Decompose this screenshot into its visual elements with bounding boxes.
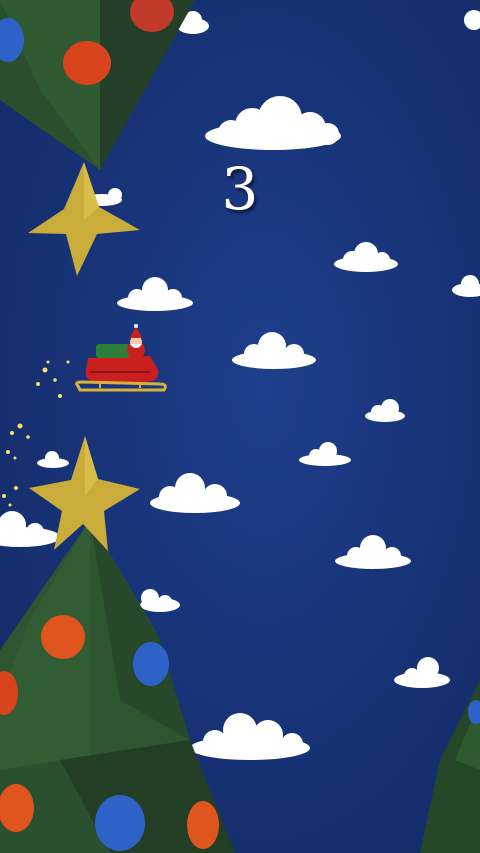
cloud (299, 442, 351, 466)
cloud (205, 96, 341, 150)
cloud (150, 473, 240, 513)
santa-sleigh (75, 324, 167, 392)
cloud (464, 10, 480, 30)
cloud (335, 535, 411, 569)
cloud (0, 511, 60, 547)
cloud (117, 277, 193, 311)
cloud (37, 451, 69, 468)
cloud (232, 332, 316, 369)
cloud (365, 399, 405, 422)
christmas-tree-right (420, 680, 480, 853)
game-scene (0, 0, 480, 853)
cloud (190, 713, 310, 760)
cloud (394, 657, 450, 688)
score-counter: 3 (221, 155, 259, 223)
christmas-tree-top (0, 0, 195, 276)
cloud (140, 589, 180, 612)
game-canvas[interactable]: 3 (0, 0, 480, 853)
cloud (452, 275, 480, 297)
cloud (334, 242, 398, 272)
